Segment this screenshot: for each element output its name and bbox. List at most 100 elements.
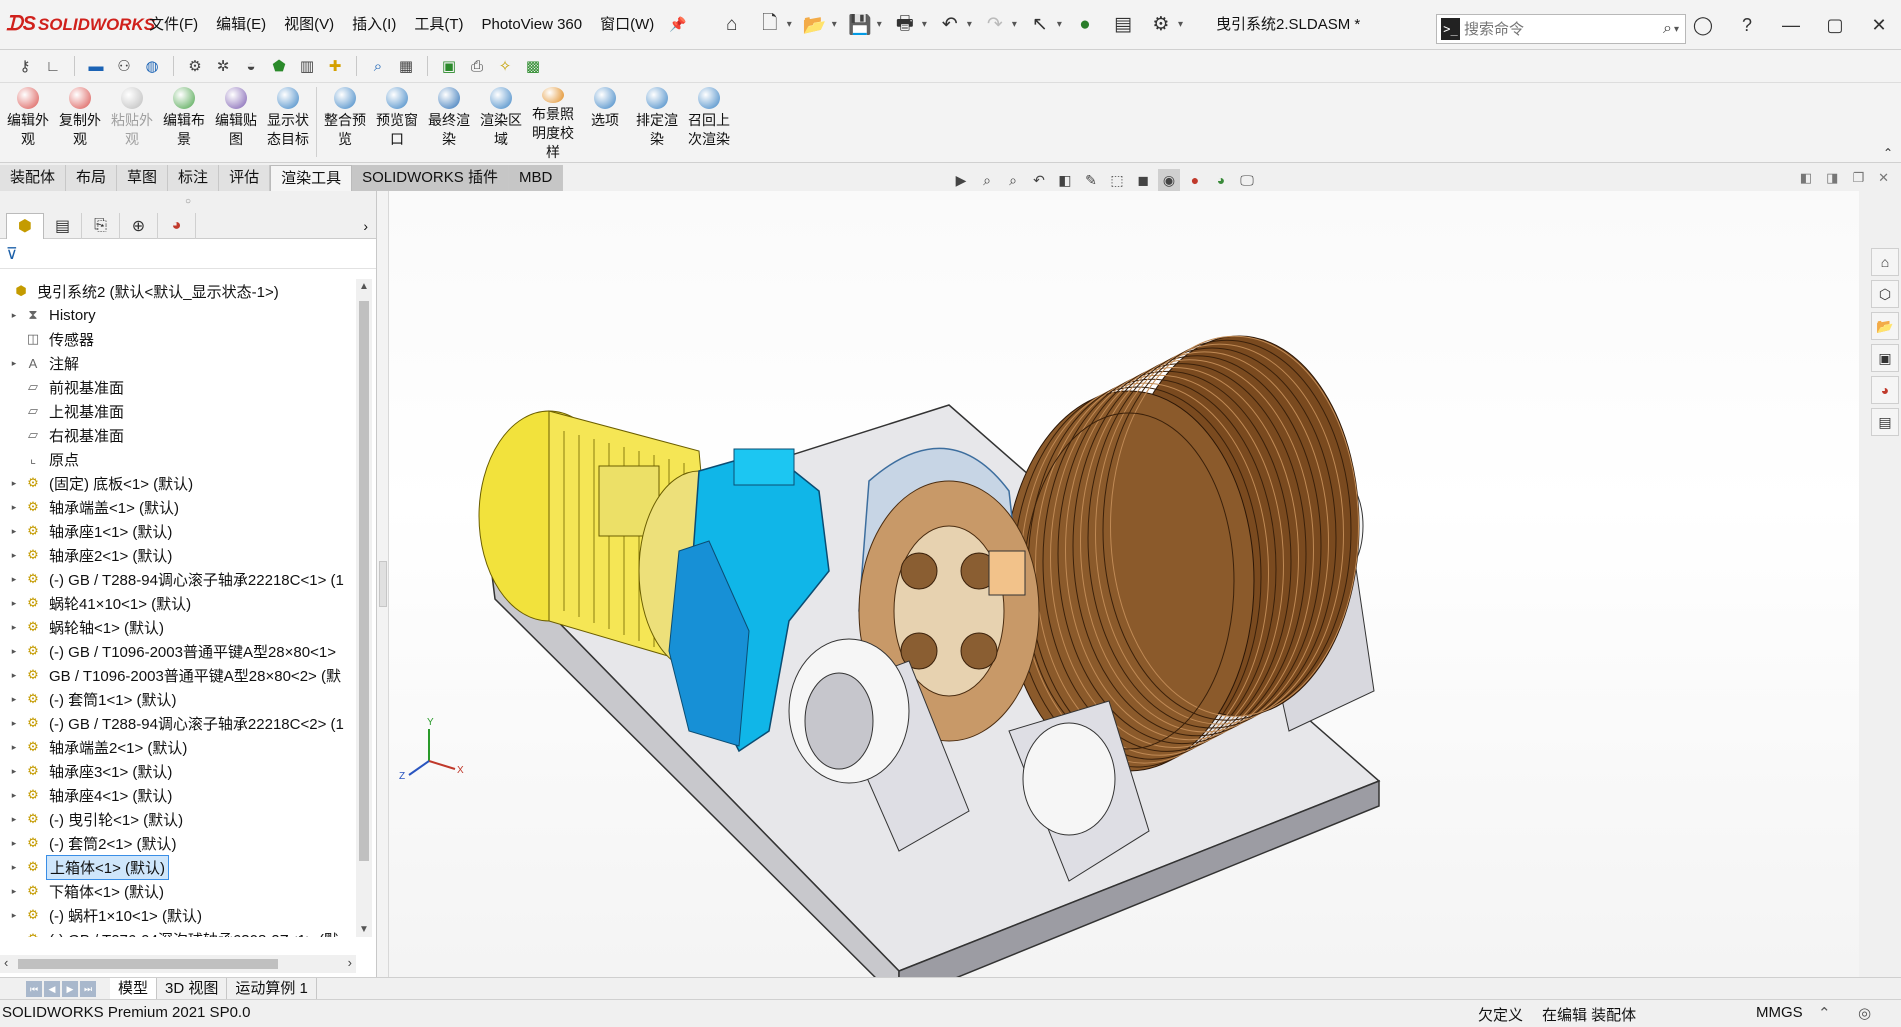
bottom-tab[interactable]: 3D 视图 — [157, 977, 228, 1000]
panel-grip[interactable]: ○ — [0, 191, 376, 213]
ribbon-button[interactable]: 粘贴外观 — [106, 83, 158, 162]
expand-arrow-icon[interactable]: ▸ — [8, 574, 20, 585]
command-tab[interactable]: 渲染工具 — [270, 165, 353, 191]
home-icon[interactable]: ⌂ — [715, 10, 749, 40]
tree-node[interactable]: ▸ ⚙ (-) GB / T288-94调心滚子轴承22218C<2> (1 — [0, 711, 356, 735]
ribbon-button[interactable]: 布景照明度校样 — [527, 83, 579, 162]
expand-arrow-icon[interactable]: ▸ — [8, 718, 20, 729]
print-preview-icon[interactable]: ⎙ — [464, 54, 490, 78]
print-dropdown-icon[interactable]: ▾ — [922, 19, 927, 30]
command-tab[interactable]: 评估 — [219, 165, 271, 191]
bowl-icon[interactable]: ◒ — [238, 54, 264, 78]
search-dropdown-icon[interactable]: ▾ — [1674, 24, 1679, 35]
redo-icon[interactable]: ↷ — [978, 10, 1012, 40]
ribbon-button[interactable]: 复制外观 — [54, 83, 106, 162]
new-document-icon[interactable]: 🗋 — [753, 10, 787, 40]
play-icon[interactable]: ▶ — [950, 169, 972, 191]
expand-arrow-icon[interactable]: ▸ — [8, 694, 20, 705]
expand-arrow-icon[interactable]: ▸ — [8, 814, 20, 825]
menu-item[interactable]: 窗口(W) — [591, 0, 663, 50]
tree-node[interactable]: ▸ ⚙ (-) 套筒2<1> (默认) — [0, 831, 356, 855]
command-tab[interactable]: 装配体 — [0, 165, 67, 191]
options-gear-icon[interactable]: ⚙ — [1144, 10, 1178, 40]
ribbon-button[interactable]: 整合预览 — [319, 83, 371, 162]
design-library-icon[interactable]: ⬡ — [1871, 280, 1899, 308]
view-settings-icon[interactable]: 🖵 — [1236, 169, 1258, 191]
scroll-right-icon[interactable]: › — [348, 955, 352, 970]
tree-node[interactable]: ▸ ⚙ (-) 套筒1<1> (默认) — [0, 687, 356, 711]
dimxpert-tab-icon[interactable]: ⊕ — [120, 212, 158, 239]
expand-arrow-icon[interactable]: ▸ — [8, 478, 20, 489]
pattern-icon[interactable]: ▦ — [393, 54, 419, 78]
next-tab-icon[interactable]: ▶ — [62, 980, 78, 997]
menu-item[interactable]: 视图(V) — [275, 0, 343, 50]
search-icon[interactable]: ⌕ — [1663, 20, 1672, 38]
expand-arrow-icon[interactable]: ▸ — [8, 646, 20, 657]
scroll-thumb[interactable] — [359, 301, 369, 861]
tree-node[interactable]: ▸ ⚙ (固定) 底板<1> (默认) — [0, 471, 356, 495]
dynamic-annotation-icon[interactable]: ✎ — [1080, 169, 1102, 191]
property-manager-tab-icon[interactable]: ▤ — [44, 212, 82, 239]
scroll-left-icon[interactable]: ‹ — [4, 955, 8, 970]
section-view-icon[interactable]: ◧ — [1054, 169, 1076, 191]
splitter-handle[interactable] — [379, 561, 387, 607]
save-dropdown-icon[interactable]: ▾ — [877, 19, 882, 30]
assembly-model[interactable] — [389, 191, 1859, 977]
expand-arrow-icon[interactable]: ▸ — [8, 934, 20, 938]
ribbon-button[interactable]: 最终渲染 — [423, 83, 475, 162]
select-arrow-icon[interactable]: ↖ — [1023, 10, 1057, 40]
display-manager-tab-icon[interactable]: ◕ — [158, 212, 196, 239]
open-dropdown-icon[interactable]: ▾ — [832, 19, 837, 30]
chevron-right-icon[interactable]: › — [363, 218, 376, 234]
unit-dropdown-icon[interactable]: ⌃ — [1818, 1004, 1831, 1022]
ribbon-button[interactable]: 编辑贴图 — [210, 83, 262, 162]
mate-icon[interactable]: ⚷ — [12, 54, 38, 78]
tree-node[interactable]: ▸ A 注解 — [0, 351, 356, 375]
save-icon[interactable]: 💾 — [843, 10, 877, 40]
tree-node[interactable]: ▸ ⚙ GB / T1096-2003普通平键A型28×80<2> (默 — [0, 663, 356, 687]
edit-appearance-icon[interactable]: ● — [1184, 169, 1206, 191]
tree-vertical-scrollbar[interactable]: ▲ ▼ — [356, 279, 372, 937]
command-tab[interactable]: 标注 — [168, 165, 220, 191]
custom-properties-icon[interactable]: ▤ — [1871, 408, 1899, 436]
prev-tab-icon[interactable]: ◀ — [44, 980, 60, 997]
tree-node[interactable]: ▸ ⚙ (-) GB / T276-94深沟球轴承6308-2Z<1> (默 — [0, 927, 356, 937]
tree-node[interactable]: ▱ 右视基准面 — [0, 423, 356, 447]
zoom-icon[interactable]: ⌕ — [365, 54, 391, 78]
command-tab[interactable]: 草图 — [117, 165, 169, 191]
apply-scene-icon[interactable]: ◕ — [1210, 169, 1232, 191]
components-icon[interactable]: ⚇ — [111, 54, 137, 78]
pin-icon[interactable]: 📌 — [669, 16, 686, 33]
tree-filter[interactable]: ⊽ — [0, 239, 376, 269]
tree-node[interactable]: ▸ ⚙ 上箱体<1> (默认) — [0, 854, 356, 880]
tree-node[interactable]: ▸ ⚙ 轴承座2<1> (默认) — [0, 543, 356, 567]
hide-show-items-icon[interactable]: ◉ — [1158, 169, 1180, 191]
menu-item[interactable]: 文件(F) — [140, 0, 207, 50]
expand-arrow-icon[interactable]: ▸ — [8, 670, 20, 681]
expand-arrow-icon[interactable]: ▸ — [8, 790, 20, 801]
expand-arrow-icon[interactable]: ▸ — [8, 838, 20, 849]
unit-system[interactable]: MMGS — [1756, 1004, 1803, 1021]
cross-icon[interactable]: ✚ — [322, 54, 348, 78]
gears-icon[interactable]: ✲ — [210, 54, 236, 78]
zoom-area-icon[interactable]: ⌕ — [1002, 169, 1024, 191]
tree-node[interactable]: ⌞ 原点 — [0, 447, 356, 471]
ribbon-button[interactable]: 渲染区域 — [475, 83, 527, 162]
tree-node[interactable]: ▸ ⚙ 蜗轮41×10<1> (默认) — [0, 591, 356, 615]
undo-icon[interactable]: ↶ — [933, 10, 967, 40]
graphics-area[interactable]: Y X Z — [389, 191, 1859, 977]
menu-item[interactable]: 插入(I) — [343, 0, 405, 50]
ribbon-button[interactable]: 排定渲染 — [631, 83, 683, 162]
shield-icon[interactable]: ⬟ — [266, 54, 292, 78]
ribbon-button[interactable]: 召回上次渲染 — [683, 83, 735, 162]
scroll-up-icon[interactable]: ▲ — [356, 281, 372, 292]
tile-left-icon[interactable]: ◧ — [1800, 170, 1812, 186]
expand-arrow-icon[interactable]: ▸ — [8, 502, 20, 513]
bottom-tab[interactable]: 运动算例 1 — [227, 977, 317, 1000]
close-icon[interactable]: ✕ — [1857, 15, 1901, 36]
settings-icon[interactable]: ⚙ — [182, 54, 208, 78]
expand-arrow-icon[interactable]: ▸ — [8, 766, 20, 777]
expand-arrow-icon[interactable]: ▸ — [8, 550, 20, 561]
appearances-scenes-icon[interactable]: ◕ — [1871, 376, 1899, 404]
solidworks-resources-icon[interactable]: ⌂ — [1871, 248, 1899, 276]
